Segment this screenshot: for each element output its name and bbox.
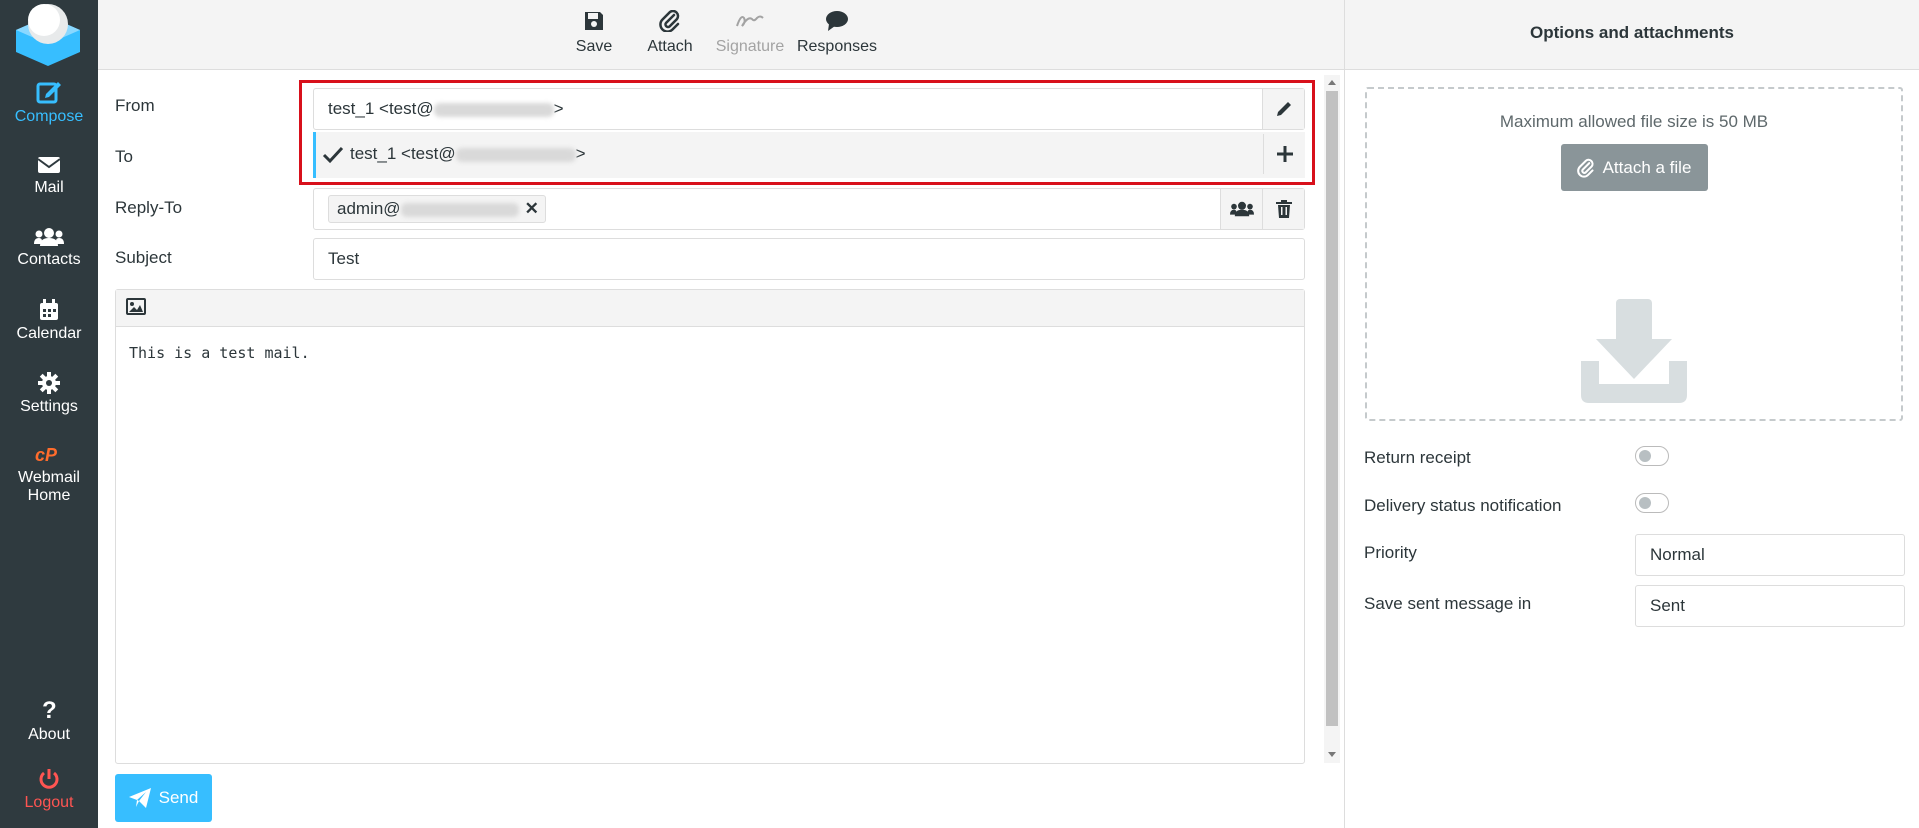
nav-contacts-label: Contacts	[17, 251, 81, 268]
nav-about[interactable]: ? About	[0, 698, 98, 744]
return-receipt-label: Return receipt	[1364, 448, 1471, 467]
attach-button[interactable]: Attach	[640, 8, 700, 56]
users-icon	[34, 228, 64, 246]
responses-label: Responses	[796, 38, 878, 55]
svg-text:cP: cP	[35, 445, 58, 465]
redacted-domain	[400, 202, 519, 217]
save-sent-label: Save sent message in	[1364, 594, 1532, 613]
cpanel-icon: cP	[35, 445, 58, 465]
signature-label: Signature	[715, 38, 785, 55]
responses-button[interactable]: Responses	[789, 8, 885, 56]
subject-label: Subject	[115, 248, 172, 267]
scroll-up-icon[interactable]	[1328, 80, 1336, 85]
nav-calendar-label: Calendar	[16, 325, 82, 342]
attach-file-button[interactable]: Attach a file	[1560, 144, 1708, 191]
roundcube-logo	[16, 4, 80, 66]
save-button[interactable]: Save	[564, 8, 624, 56]
recipient-chip: admin@ ✕	[328, 195, 546, 223]
nav-logout-label: Logout	[24, 794, 74, 811]
compose-toolbar: Save Attach Signature Responses	[98, 0, 1344, 70]
return-receipt-toggle[interactable]	[1635, 446, 1669, 466]
compose-icon	[36, 82, 61, 104]
scrollbar[interactable]	[1324, 75, 1340, 763]
replyto-label: Reply-To	[115, 198, 183, 217]
to-label: To	[115, 147, 133, 166]
users-icon	[1229, 201, 1254, 217]
download-icon	[1581, 299, 1687, 403]
attach-label: Attach	[647, 38, 693, 55]
nav-mail[interactable]: Mail	[0, 155, 98, 197]
image-icon[interactable]	[126, 298, 146, 315]
nav-settings[interactable]: Settings	[0, 372, 98, 416]
save-sent-select[interactable]: Sent	[1635, 585, 1905, 627]
nav-webmail-home-label: Webmail Home	[18, 469, 80, 504]
nav-about-label: About	[28, 726, 70, 743]
trash-icon	[1275, 200, 1292, 218]
from-label: From	[115, 96, 155, 115]
save-label: Save	[575, 38, 613, 55]
subject-input[interactable]: Test	[313, 238, 1305, 280]
priority-label: Priority	[1364, 543, 1417, 562]
replyto-field[interactable]: admin@ ✕	[313, 188, 1305, 230]
message-body[interactable]: This is a test mail.	[116, 327, 1304, 379]
nav-compose[interactable]: Compose	[0, 80, 98, 126]
scroll-down-icon[interactable]	[1328, 752, 1336, 757]
nav-compose-label: Compose	[14, 108, 84, 125]
send-button[interactable]: Send	[115, 774, 212, 822]
nav-settings-label: Settings	[20, 398, 78, 415]
priority-select[interactable]: Normal	[1635, 534, 1905, 576]
addressbook-button[interactable]	[1220, 189, 1262, 229]
delete-field-button[interactable]	[1262, 189, 1304, 229]
envelope-icon	[37, 157, 61, 173]
dsn-toggle[interactable]	[1635, 493, 1669, 513]
paper-plane-icon	[128, 788, 151, 808]
signature-icon	[736, 15, 764, 27]
nav-logout[interactable]: Logout	[0, 768, 98, 812]
save-icon	[585, 12, 603, 30]
paperclip-icon	[659, 10, 680, 32]
comment-icon	[826, 11, 848, 31]
scroll-thumb[interactable]	[1326, 91, 1338, 726]
gear-icon	[38, 372, 60, 394]
signature-button[interactable]: Signature	[706, 8, 794, 56]
question-icon: ?	[42, 698, 57, 722]
nav-webmail-home[interactable]: cP Webmail Home	[0, 445, 98, 505]
paperclip-icon	[1576, 158, 1594, 178]
dsn-label: Delivery status notification	[1364, 496, 1562, 515]
remove-recipient-icon[interactable]: ✕	[525, 199, 539, 218]
recipient-prefix: admin@	[337, 199, 401, 218]
nav-mail-label: Mail	[34, 179, 64, 196]
calendar-icon	[40, 299, 58, 320]
nav-calendar[interactable]: Calendar	[0, 299, 98, 343]
message-editor[interactable]: This is a test mail.	[115, 289, 1305, 764]
nav-contacts[interactable]: Contacts	[0, 227, 98, 269]
power-icon	[39, 769, 59, 789]
highlight-box	[299, 80, 1315, 185]
max-size-text: Maximum allowed file size is 50 MB	[1499, 112, 1769, 131]
right-panel-title: Options and attachments	[1344, 0, 1919, 70]
sidebar: Compose Mail Contacts Calendar Settings …	[0, 0, 98, 828]
options-panel: Maximum allowed file size is 50 MB Attac…	[1344, 70, 1919, 828]
attachment-dropzone[interactable]: Maximum allowed file size is 50 MB Attac…	[1365, 87, 1903, 421]
svg-text:?: ?	[42, 698, 57, 722]
attach-file-label: Attach a file	[1602, 157, 1692, 177]
editor-toolbar	[116, 290, 1304, 327]
send-label: Send	[158, 788, 199, 807]
